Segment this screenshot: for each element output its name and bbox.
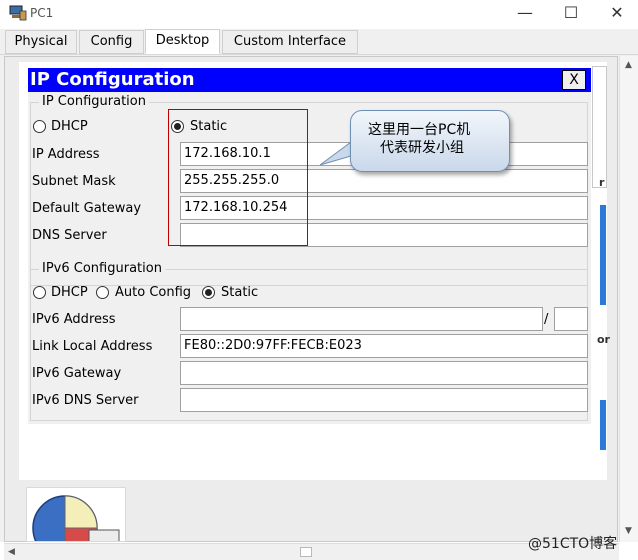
tab-desktop[interactable]: Desktop: [145, 29, 220, 54]
radio-selected-dot: [205, 289, 212, 296]
highlight-box: [168, 109, 308, 246]
ipv6-static-radio[interactable]: [202, 286, 215, 299]
horizontal-scrollbar[interactable]: ◀: [4, 543, 619, 560]
link-local-address-input[interactable]: FE80::2D0:97FF:FECB:E023: [180, 334, 588, 358]
pc-icon: [9, 5, 27, 21]
tab-bar: Physical Config Desktop Custom Interface: [0, 29, 638, 54]
background-window-strip: [600, 205, 606, 305]
maximize-icon: ☐: [563, 3, 579, 22]
subnet-mask-label: Subnet Mask: [32, 174, 116, 189]
window-titlebar: PC1 — ☐ ✕: [0, 0, 638, 28]
callout-line-2: 代表研发小组: [380, 140, 464, 156]
ipv4-dhcp-label: DHCP: [51, 119, 88, 134]
ipv6-address-label: IPv6 Address: [32, 312, 116, 327]
ipv6-auto-config-label: Auto Config: [115, 285, 192, 300]
background-text-fragment: r: [599, 176, 605, 189]
ip-address-label: IP Address: [32, 147, 100, 162]
scroll-up-icon[interactable]: ▲: [625, 60, 632, 70]
ipv6-group-title: IPv6 Configuration: [39, 261, 165, 277]
background-window-strip-lower: [600, 400, 606, 450]
scroll-down-icon[interactable]: ▼: [625, 526, 632, 536]
default-gateway-label: Default Gateway: [32, 201, 142, 216]
close-window-button[interactable]: ✕: [594, 0, 638, 28]
ipv6-dhcp-label: DHCP: [51, 285, 88, 300]
ipv6-prefix-separator: /: [544, 312, 549, 327]
horizontal-scroll-thumb[interactable]: [300, 547, 312, 557]
link-local-address-label: Link Local Address: [32, 339, 153, 354]
dns-server-label: DNS Server: [32, 228, 107, 243]
pie-chart-icon: [32, 495, 120, 541]
dialog-titlebar: IP Configuration X: [28, 68, 591, 92]
callout-text: 这里用一台PC机 代表研发小组: [368, 121, 503, 157]
tab-config[interactable]: Config: [79, 30, 144, 54]
desktop-app-icon[interactable]: [26, 487, 126, 542]
background-text-fragment-2: or: [597, 333, 610, 346]
ipv4-group-title: IP Configuration: [39, 94, 149, 110]
background-window-edge: [592, 66, 607, 188]
maximize-button[interactable]: ☐: [548, 0, 594, 28]
ipv6-auto-config-radio[interactable]: [96, 286, 109, 299]
ipv4-dhcp-radio[interactable]: [33, 120, 46, 133]
ipv6-dns-server-label: IPv6 DNS Server: [32, 393, 139, 408]
ipv6-dns-server-input[interactable]: [180, 388, 588, 412]
callout-line-1: 这里用一台PC机: [368, 122, 471, 138]
scroll-left-icon[interactable]: ◀: [8, 547, 15, 557]
ipv6-gateway-input[interactable]: [180, 361, 588, 385]
minimize-icon: —: [517, 3, 533, 22]
dialog-close-button[interactable]: X: [562, 70, 586, 90]
close-icon: ✕: [610, 3, 624, 22]
minimize-button[interactable]: —: [502, 0, 548, 28]
ipv6-static-label: Static: [221, 285, 259, 300]
dialog-title: IP Configuration: [30, 69, 195, 90]
tab-custom-interface[interactable]: Custom Interface: [222, 30, 358, 54]
tab-physical[interactable]: Physical: [5, 30, 77, 54]
window-title: PC1: [30, 6, 54, 20]
ipv6-dhcp-radio[interactable]: [33, 286, 46, 299]
watermark: @51CTO博客: [528, 536, 618, 552]
ipv6-prefix-length-input[interactable]: [554, 307, 588, 331]
ipv6-gateway-label: IPv6 Gateway: [32, 366, 122, 381]
ipv6-address-input[interactable]: [180, 307, 543, 331]
vertical-scrollbar[interactable]: ▲ ▼: [619, 56, 638, 542]
